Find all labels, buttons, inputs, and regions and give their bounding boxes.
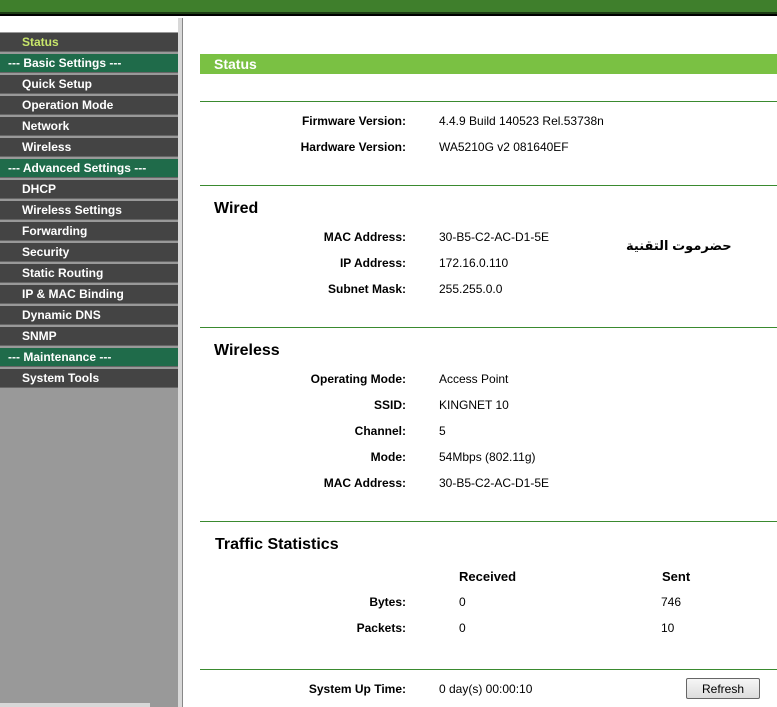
sidebar-item[interactable]: System Tools	[0, 369, 178, 388]
wired-mac-value: 30-B5-C2-AC-D1-5E	[439, 230, 550, 244]
sidebar-item[interactable]: DHCP	[0, 180, 178, 199]
page-title: Status	[200, 54, 777, 74]
sidebar-section-header: --- Advanced Settings ---	[0, 159, 178, 178]
received-header: Received	[459, 569, 517, 584]
wired-mask-value: 255.255.0.0	[439, 282, 503, 296]
sidebar-item[interactable]: Dynamic DNS	[0, 306, 178, 325]
main-content: Status Firmware Version: 4.4.9 Build 140…	[184, 18, 777, 707]
divider	[200, 327, 777, 328]
uptime-value: 0 day(s) 00:00:10	[439, 682, 533, 696]
sidebar-section-header: --- Maintenance ---	[0, 348, 178, 367]
wired-title: Wired	[214, 200, 259, 217]
sidebar-item[interactable]: Security	[0, 243, 178, 262]
wireless-mode-label: Mode:	[370, 450, 406, 464]
divider	[200, 101, 777, 102]
packets-received: 0	[459, 621, 466, 635]
sidebar-item[interactable]: Static Routing	[0, 264, 178, 283]
bytes-received: 0	[459, 595, 466, 609]
firmware-value: 4.4.9 Build 140523 Rel.53738n	[439, 114, 604, 128]
wired-mask-label: Subnet Mask:	[327, 282, 406, 296]
sidebar-item[interactable]: Wireless	[0, 138, 178, 157]
top-banner	[0, 0, 777, 16]
bytes-sent: 746	[661, 595, 682, 609]
sidebar-top-spacer	[0, 18, 178, 32]
hardware-label: Hardware Version:	[300, 140, 406, 154]
divider	[200, 185, 777, 186]
hardware-value: WA5210G v2 081640EF	[439, 140, 569, 154]
sidebar-item[interactable]: IP & MAC Binding	[0, 285, 178, 304]
packets-label: Packets:	[356, 621, 406, 635]
sidebar-item[interactable]: Network	[0, 117, 178, 136]
sidebar-item[interactable]: Status	[0, 33, 178, 52]
sidebar-scrollbar[interactable]	[178, 18, 183, 707]
wireless-ssid-label: SSID:	[373, 398, 406, 412]
uptime-label: System Up Time:	[308, 682, 406, 696]
sidebar-menu: Status --- Basic Settings --- Quick Setup O…	[0, 18, 178, 707]
wired-ip-value: 172.16.0.110	[439, 256, 509, 270]
wireless-opmode-label: Operating Mode:	[310, 372, 406, 386]
sidebar-item[interactable]: Quick Setup	[0, 75, 178, 94]
wireless-mac-value: 30-B5-C2-AC-D1-5E	[439, 476, 550, 490]
sidebar-item[interactable]: Operation Mode	[0, 96, 178, 115]
traffic-title: Traffic Statistics	[215, 536, 339, 553]
wireless-opmode-value: Access Point	[439, 372, 509, 386]
sidebar-section-header: --- Basic Settings ---	[0, 54, 178, 73]
wireless-mode-value: 54Mbps (802.11g)	[439, 450, 536, 464]
refresh-button[interactable]: Refresh	[686, 678, 760, 699]
wireless-ssid-value: KINGNET 10	[439, 398, 509, 412]
divider	[200, 521, 777, 522]
divider	[200, 669, 777, 670]
sidebar-item[interactable]: SNMP	[0, 327, 178, 346]
wireless-title: Wireless	[214, 342, 280, 359]
wireless-channel-value: 5	[439, 424, 446, 438]
sidebar-item[interactable]: Wireless Settings	[0, 201, 178, 220]
watermark-text: حضرموت التقنية	[626, 238, 732, 253]
packets-sent: 10	[661, 621, 675, 635]
bytes-label: Bytes:	[369, 595, 406, 609]
wireless-mac-label: MAC Address:	[323, 476, 406, 490]
wired-ip-label: IP Address:	[339, 256, 406, 270]
wireless-channel-label: Channel:	[354, 424, 406, 438]
sidebar-item[interactable]: Forwarding	[0, 222, 178, 241]
sent-header: Sent	[662, 569, 691, 584]
firmware-label: Firmware Version:	[301, 114, 406, 128]
wired-mac-label: MAC Address:	[323, 230, 406, 244]
sidebar-bottom-scrollbar[interactable]	[0, 703, 150, 707]
